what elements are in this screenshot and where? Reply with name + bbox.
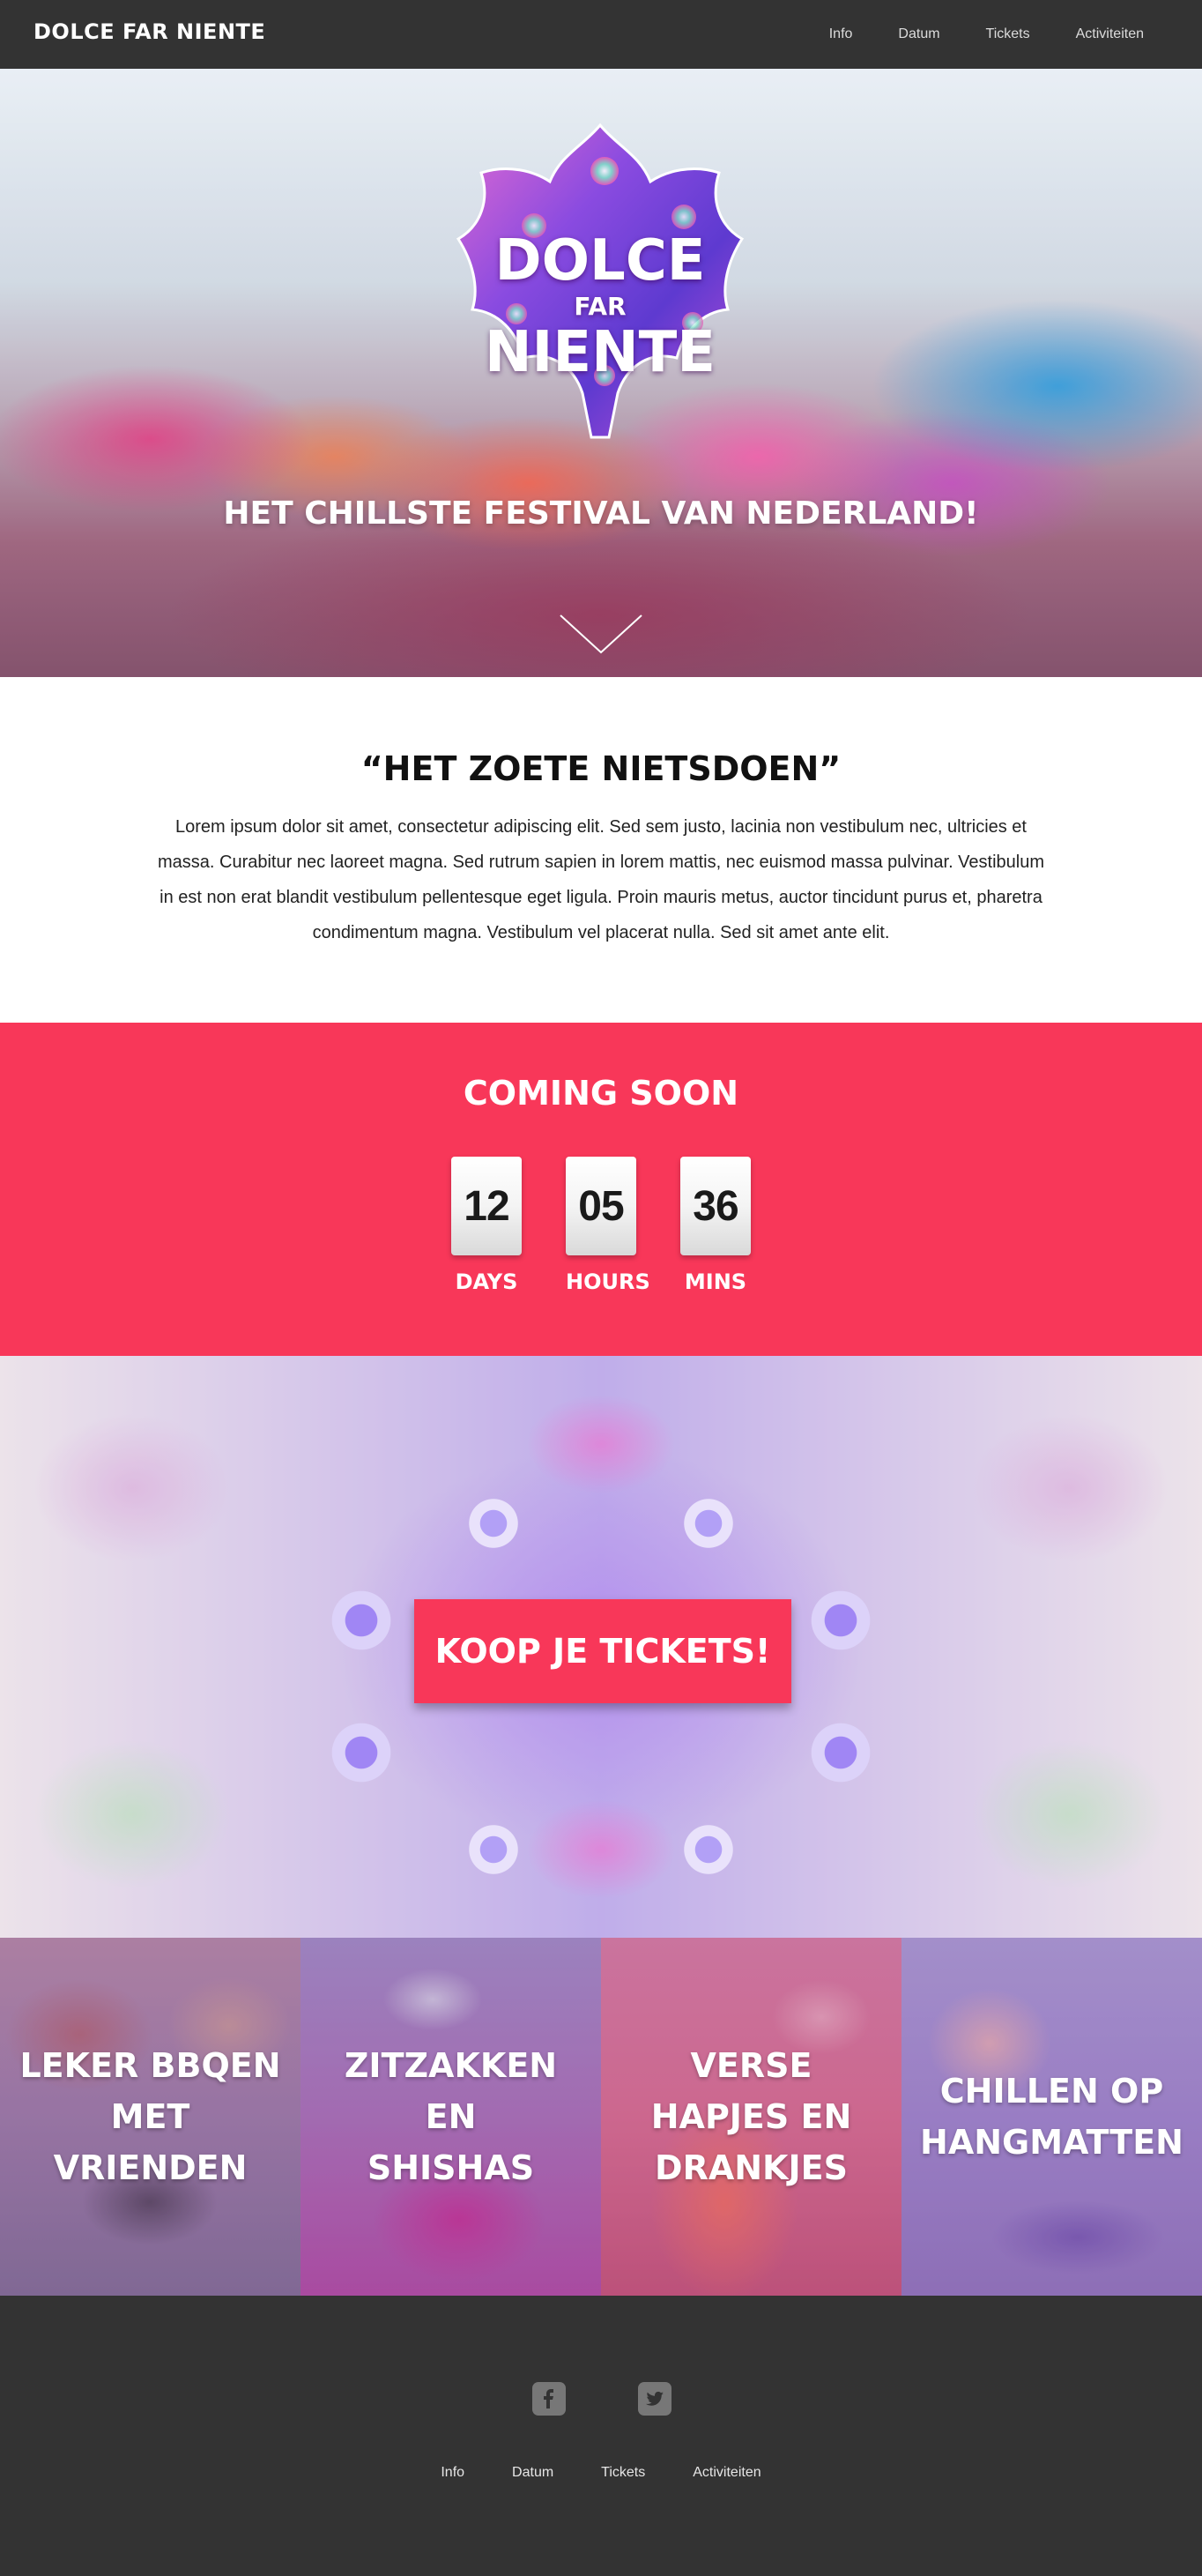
logo-title-line2: FAR bbox=[574, 292, 627, 321]
tickets-section: KOOP JE TICKETS! bbox=[0, 1356, 1202, 1938]
top-nav: DOLCE FAR NIENTE Info Datum Tickets Acti… bbox=[0, 0, 1202, 69]
nav-links: Info Datum Tickets Activiteiten bbox=[806, 0, 1167, 69]
activity-tile-hangmatten[interactable]: CHILLEN OP HANGMATTEN bbox=[902, 1938, 1202, 2296]
activity-label: VERSE HAPJES EN DRANKJES bbox=[650, 2046, 852, 2187]
countdown-mins: 36 MINS bbox=[680, 1157, 751, 1294]
footer-links: Info Datum Tickets Activiteiten bbox=[0, 2465, 1202, 2481]
countdown-hours: 05 HOURS bbox=[566, 1157, 650, 1294]
buy-tickets-button[interactable]: KOOP JE TICKETS! bbox=[414, 1599, 791, 1703]
footer-link-activiteiten[interactable]: Activiteiten bbox=[669, 2465, 784, 2481]
countdown-mins-value: 36 bbox=[680, 1157, 751, 1255]
activity-tile-zitzakken[interactable]: ZITZAKKEN EN SHISHAS bbox=[300, 1938, 601, 2296]
countdown-days-label: DAYS bbox=[455, 1269, 518, 1294]
activity-tile-bbq[interactable]: LEKER BBQEN MET VRIENDEN bbox=[0, 1938, 300, 2296]
nav-link-tickets[interactable]: Tickets bbox=[963, 26, 1053, 42]
countdown-days-value: 12 bbox=[451, 1157, 522, 1255]
countdown-hours-label: HOURS bbox=[566, 1269, 650, 1294]
footer-link-info[interactable]: Info bbox=[417, 2465, 488, 2481]
countdown-title: COMING SOON bbox=[463, 1074, 739, 1113]
hero-section: DOLCE FAR NIENTE HET CHILLSTE FESTIVAL V… bbox=[0, 69, 1202, 677]
countdown-section: COMING SOON 12 DAYS 05 HOURS 36 MINS bbox=[0, 1023, 1202, 1356]
nav-link-datum[interactable]: Datum bbox=[875, 26, 962, 42]
countdown-days: 12 DAYS bbox=[451, 1157, 522, 1294]
intro-section: “HET ZOETE NIETSDOEN” Lorem ipsum dolor … bbox=[0, 677, 1202, 1023]
countdown-mins-label: MINS bbox=[684, 1269, 747, 1294]
nav-link-info[interactable]: Info bbox=[806, 26, 876, 42]
activity-label: CHILLEN OP HANGMATTEN bbox=[920, 2072, 1183, 2162]
intro-text: Lorem ipsum dolor sit amet, consectetur … bbox=[157, 817, 1045, 942]
activities-grid: LEKER BBQEN MET VRIENDEN ZITZAKKEN EN SH… bbox=[0, 1938, 1202, 2296]
nav-link-activiteiten[interactable]: Activiteiten bbox=[1053, 26, 1167, 42]
logo-title-line1: DOLCE bbox=[494, 228, 706, 294]
logo-title-line3: NIENTE bbox=[484, 320, 716, 385]
chevron-down-icon[interactable] bbox=[557, 608, 645, 661]
activity-tile-hapjes[interactable]: VERSE HAPJES EN DRANKJES bbox=[601, 1938, 902, 2296]
footer: Info Datum Tickets Activiteiten bbox=[0, 2296, 1202, 2576]
activity-label: ZITZAKKEN EN SHISHAS bbox=[344, 2046, 558, 2187]
footer-link-datum[interactable]: Datum bbox=[488, 2465, 577, 2481]
facebook-icon[interactable] bbox=[532, 2382, 566, 2416]
activity-label: LEKER BBQEN MET VRIENDEN bbox=[19, 2046, 281, 2187]
brand-logo[interactable]: DOLCE FAR NIENTE bbox=[33, 19, 265, 44]
footer-link-tickets[interactable]: Tickets bbox=[577, 2465, 669, 2481]
countdown-hours-value: 05 bbox=[566, 1157, 636, 1255]
intro-title: “HET ZOETE NIETSDOEN” bbox=[360, 749, 842, 788]
hero-tagline: HET CHILLSTE FESTIVAL VAN NEDERLAND! bbox=[223, 495, 979, 532]
twitter-icon[interactable] bbox=[638, 2382, 671, 2416]
